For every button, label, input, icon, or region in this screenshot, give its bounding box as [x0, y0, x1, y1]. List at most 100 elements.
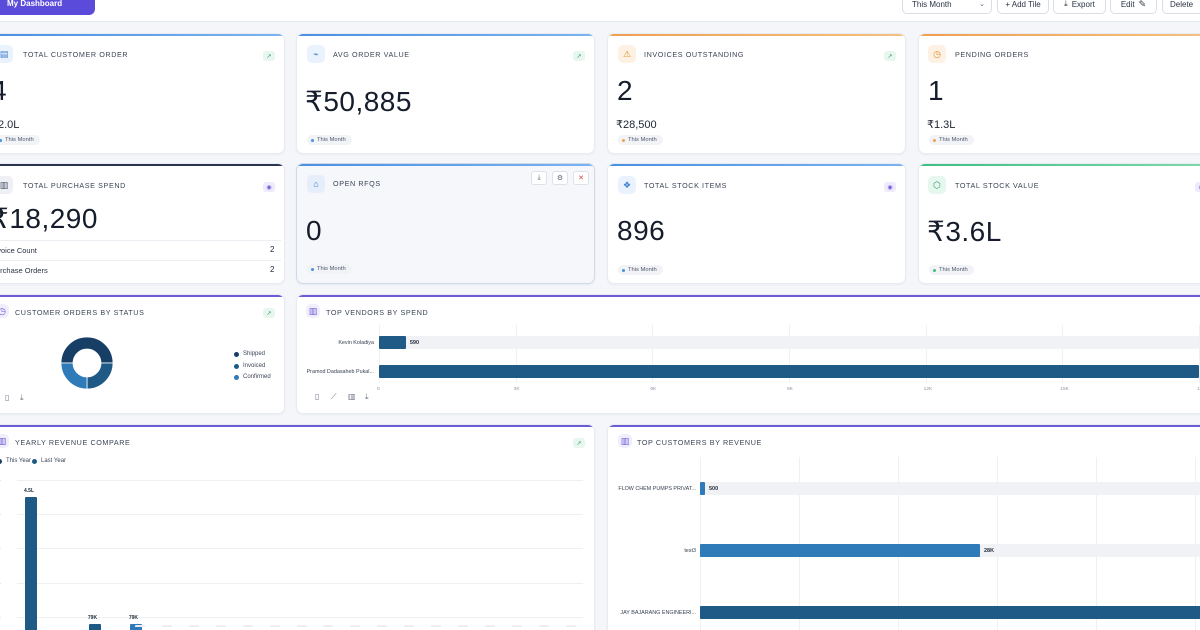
bar-chart-icon: ▥	[0, 176, 13, 194]
revenue-bar-empty	[215, 625, 226, 627]
legend-label: Invoiced	[243, 363, 266, 369]
bar-category-label: FLOW CHEM PUMPS PRIVAT...	[618, 486, 696, 492]
donut-slice-confirmed[interactable]	[60, 362, 88, 390]
pencil-icon: ✎	[1138, 0, 1147, 9]
tile-value: 896	[617, 215, 666, 246]
settings-gear-icon[interactable]: ⚙	[552, 171, 568, 185]
period-pill: This Month	[307, 264, 352, 274]
grid-line	[17, 616, 583, 618]
my-dashboard-label: My Dashboard	[7, 0, 63, 8]
revenue-bar-last-year	[88, 623, 101, 630]
document-icon[interactable]: ▯	[5, 393, 9, 402]
donut-chart	[60, 336, 114, 390]
download-icon[interactable]: ⤓	[365, 392, 369, 402]
tile-title: INVOICES OUTSTANDING	[644, 50, 745, 59]
trend-up-icon: ↗	[263, 51, 275, 61]
tile-total-customer-order[interactable]: ▤ TOTAL CUSTOMER ORDER ↗ 4 ₹2.0L This Mo…	[0, 33, 285, 154]
chart-top-vendors-by-spend[interactable]: ▥ TOP VENDORS BY SPEND 03K6K9K12K15K18KK…	[296, 294, 1200, 414]
grid-line	[17, 548, 583, 550]
download-tile-button[interactable]: ⤓	[531, 171, 547, 185]
chart-top-customers-by-revenue[interactable]: ▥ TOP CUSTOMERS BY REVENUE FLOW CHEM PUM…	[607, 424, 1200, 630]
bar-0	[379, 336, 406, 349]
bar-track	[700, 482, 1200, 495]
period-select[interactable]: This Month ⌄	[902, 0, 992, 14]
period-dot	[622, 268, 625, 272]
bar-1	[379, 365, 1199, 378]
revenue-bar-empty	[539, 625, 550, 627]
vendors-plot-area: 03K6K9K12K15K18KKevin Koladiya590Pramod …	[297, 295, 1200, 413]
row-label-purchase-orders: Purchase Orders	[0, 266, 48, 275]
x-tick-label: 9K	[787, 387, 793, 392]
inbox-icon: ⌂	[307, 175, 325, 193]
revenue-bar-empty	[350, 625, 361, 627]
revenue-bar-empty	[512, 625, 523, 627]
revenue-bar-label: 79K	[128, 614, 139, 621]
line-chart-icon[interactable]: ⟋	[331, 392, 337, 402]
legend-label: Confirmed	[243, 374, 271, 380]
tile-value: 2	[617, 75, 634, 106]
tile-title: TOTAL PURCHASE SPEND	[23, 181, 126, 190]
tile-avg-order-value[interactable]: ⌁ AVG ORDER VALUE ↗ ₹50,885 This Month	[296, 33, 595, 154]
legend-swatch	[234, 363, 239, 369]
close-icon[interactable]: ✕	[573, 171, 589, 185]
add-tile-button[interactable]: + Add Tile	[997, 0, 1049, 14]
bar-category-label: Pramod Dadasaheb Pukal...	[306, 369, 374, 375]
bar-chart-icon[interactable]: ▥	[348, 392, 356, 401]
period-dot	[311, 267, 314, 271]
edit-label: Edit	[1120, 0, 1135, 9]
download-icon[interactable]: ⤓	[20, 393, 24, 403]
tile-total-purchase-spend[interactable]: ▥ TOTAL PURCHASE SPEND ◉ ₹18,290 Invoice…	[0, 163, 285, 284]
tile-sub-value: ₹1.3L	[927, 119, 956, 131]
tile-accent-bar	[919, 164, 1200, 166]
donut-slice-shipped[interactable]	[60, 336, 114, 364]
x-tick-label: 15K	[1060, 387, 1069, 392]
edit-button[interactable]: Edit ✎	[1110, 0, 1157, 14]
revenue-bar-empty	[323, 625, 334, 627]
tile-value: 4	[0, 75, 7, 107]
document-icon[interactable]: ▯	[315, 392, 319, 401]
chart-customer-orders-by-status[interactable]: ◷ CUSTOMER ORDERS BY STATUS ↗ Shipped In…	[0, 294, 285, 414]
revenue-bar-empty	[485, 625, 496, 627]
bar-1	[700, 544, 980, 557]
chart-title: CUSTOMER ORDERS BY STATUS	[15, 308, 145, 317]
legend-invoiced: Invoiced	[234, 363, 265, 369]
grid-line	[17, 514, 583, 516]
info-icon: ◉	[884, 182, 896, 192]
tile-pending-orders[interactable]: ◷ PENDING ORDERS 1 ₹1.3L This Month	[918, 33, 1200, 154]
tile-total-stock-items[interactable]: ❖ TOTAL STOCK ITEMS ◉ 896 This Month	[607, 163, 906, 284]
bar-0	[700, 482, 705, 495]
x-tick-label: 3K	[513, 387, 520, 392]
grid-line	[17, 480, 583, 481]
grid-line	[17, 582, 583, 584]
trend-up-icon: ↗	[884, 51, 896, 61]
period-pill: This Month	[307, 135, 352, 145]
period-dot	[622, 138, 625, 142]
revenue-bar-label: 79K	[87, 614, 98, 621]
row-value-invoice-count: 2	[270, 245, 275, 254]
y-tick-label: 1.0L	[0, 614, 1, 620]
y-tick-label: 4.0L	[0, 511, 1, 517]
tile-invoices-outstanding[interactable]: ⚠ INVOICES OUTSTANDING ↗ 2 ₹28,500 This …	[607, 33, 906, 154]
tile-title: PENDING ORDERS	[955, 50, 1029, 59]
revenue-bar-last-year	[25, 497, 37, 630]
export-label: Export	[1071, 0, 1095, 9]
tile-total-stock-value[interactable]: ⬡ TOTAL STOCK VALUE ◉ ₹3.6L This Month	[918, 163, 1200, 284]
period-label: This Month	[628, 137, 657, 143]
period-dot	[933, 268, 936, 272]
tile-title: TOTAL STOCK VALUE	[955, 181, 1040, 190]
tile-accent-bar	[608, 164, 905, 166]
tile-value: ₹3.6L	[927, 216, 1002, 247]
export-button[interactable]: ⤓ Export	[1053, 0, 1106, 14]
x-tick-label: 12K	[923, 387, 933, 392]
chart-yearly-revenue-compare[interactable]: ▥ YEARLY REVENUE COMPARE ↗ This Year Las…	[0, 424, 595, 630]
period-select-value: This Month	[912, 0, 952, 9]
tile-open-rfqs[interactable]: ⌂ OPEN RFQS ⤓ ⚙ ✕ 0 This Month	[296, 163, 595, 284]
tile-accent-bar	[297, 34, 594, 36]
legend-shipped: Shipped	[234, 351, 265, 357]
revenue-bar-empty	[188, 625, 199, 627]
my-dashboard-button[interactable]: My Dashboard	[0, 0, 95, 15]
tile-accent-bar	[297, 164, 594, 166]
donut-slice-invoiced[interactable]	[86, 362, 114, 390]
revenue-bar-empty	[296, 625, 307, 627]
delete-button[interactable]: Delete	[1162, 0, 1200, 14]
